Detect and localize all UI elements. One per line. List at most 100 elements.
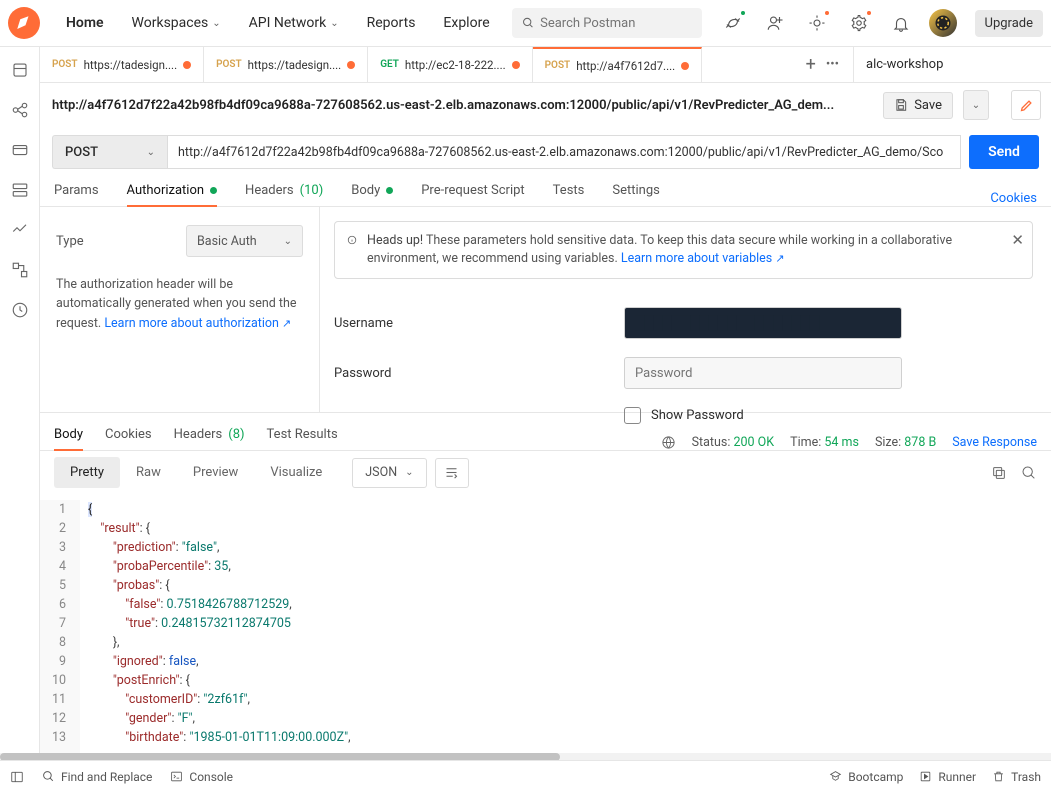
chevron-down-icon: ⌄ (284, 236, 292, 247)
globe-icon (661, 435, 676, 450)
fmt-pretty[interactable]: Pretty (54, 457, 120, 488)
fmt-preview[interactable]: Preview (177, 457, 254, 488)
resp-tab-body[interactable]: Body (54, 419, 83, 450)
nav-api-network[interactable]: API Network⌄ (235, 5, 353, 41)
request-line: POST⌄ Send (40, 127, 1051, 171)
search-input[interactable] (540, 16, 692, 31)
time-value: 54 ms (824, 435, 859, 450)
nav-reports[interactable]: Reports (353, 5, 430, 41)
sensitive-data-notice: Heads up! These parameters hold sensitiv… (334, 221, 1033, 279)
auth-type-select[interactable]: Basic Auth⌄ (186, 225, 303, 257)
request-tab[interactable]: POSThttp://a4f7612d7.... (533, 47, 703, 82)
monitors-icon[interactable] (11, 221, 29, 239)
console-button[interactable]: Console (170, 770, 233, 784)
trash-icon (992, 770, 1005, 783)
tab-params[interactable]: Params (54, 175, 99, 206)
postman-logo[interactable] (8, 7, 40, 39)
request-tab[interactable]: GEThttp://ec2-18-222.... (368, 47, 532, 82)
tab-prerequest[interactable]: Pre-request Script (421, 175, 524, 206)
user-avatar[interactable] (929, 9, 957, 37)
environments-icon[interactable] (11, 141, 29, 159)
auth-help-text: The authorization header will be automat… (56, 275, 303, 333)
status-label: Status: (692, 435, 731, 450)
save-response-link[interactable]: Save Response (952, 435, 1037, 450)
left-rail (0, 47, 40, 760)
edit-button[interactable] (1011, 90, 1041, 120)
nav-home[interactable]: Home (52, 5, 118, 41)
fmt-raw[interactable]: Raw (120, 457, 177, 488)
active-dot-icon (210, 187, 217, 194)
close-notice-button[interactable]: ✕ (1011, 230, 1024, 252)
resp-tab-test-results[interactable]: Test Results (267, 419, 338, 450)
chevron-down-icon: ⌄ (212, 18, 220, 29)
response-body: 12345678910111213 { "result": { "predict… (40, 494, 1051, 760)
search-icon (42, 770, 55, 783)
resp-tab-cookies[interactable]: Cookies (105, 419, 152, 450)
status-value: 200 OK (734, 435, 775, 450)
request-tab[interactable]: POSThttps://tadesign.... (204, 47, 368, 82)
password-label: Password (334, 366, 624, 381)
capture-icon[interactable] (803, 9, 831, 37)
breadcrumb-row: http://a4f7612d7f22a42b98fb4df09ca9688a-… (40, 83, 1051, 127)
nav-workspaces[interactable]: Workspaces⌄ (118, 5, 235, 41)
panel-icon (10, 770, 24, 784)
save-dropdown[interactable]: ⌄ (963, 90, 989, 120)
apis-icon[interactable] (11, 101, 29, 119)
top-nav: Home Workspaces⌄ API Network⌄ Reports Ex… (0, 0, 1051, 47)
upgrade-button[interactable]: Upgrade (975, 10, 1043, 37)
tab-overflow-button[interactable]: ••• (826, 57, 839, 72)
save-button[interactable]: Save (883, 92, 953, 119)
request-url-input[interactable] (167, 135, 961, 169)
flows-icon[interactable] (11, 261, 29, 279)
request-tab-bar: POSThttps://tadesign.... POSThttps://tad… (40, 47, 1051, 83)
response-language-select[interactable]: JSON⌄ (352, 458, 426, 488)
notifications-icon[interactable] (887, 9, 915, 37)
fmt-visualize[interactable]: Visualize (254, 457, 338, 488)
bootcamp-button[interactable]: Bootcamp (829, 770, 903, 784)
history-icon[interactable] (11, 301, 29, 319)
http-method-select[interactable]: POST⌄ (52, 135, 167, 169)
variables-link[interactable]: Learn more about variables ↗ (621, 251, 785, 266)
console-icon (170, 770, 183, 783)
search-response-icon[interactable] (1021, 465, 1037, 481)
resp-tab-headers[interactable]: Headers (8) (174, 419, 245, 450)
tab-body[interactable]: Body (351, 175, 393, 206)
request-tab[interactable]: POSThttps://tadesign.... (40, 47, 204, 82)
password-input[interactable] (624, 357, 902, 389)
runner-button[interactable]: Runner (919, 770, 976, 784)
find-replace-button[interactable]: Find and Replace (42, 770, 152, 784)
runner-icon (919, 770, 932, 783)
dirty-dot-icon (183, 61, 191, 69)
invite-icon[interactable] (761, 9, 789, 37)
sidebar-toggle[interactable] (10, 770, 24, 784)
external-link-icon: ↗ (282, 317, 291, 330)
active-dot-icon (386, 187, 393, 194)
username-input[interactable] (624, 307, 902, 339)
nav-explore[interactable]: Explore (429, 5, 503, 41)
auth-help-link[interactable]: Learn more about authorization ↗ (104, 316, 291, 331)
search-box[interactable] (512, 8, 702, 38)
tab-authorization[interactable]: Authorization (127, 175, 218, 206)
dirty-dot-icon (347, 61, 355, 69)
settings-icon[interactable] (845, 9, 873, 37)
tab-tests[interactable]: Tests (553, 175, 585, 206)
response-format-row: Pretty Raw Preview Visualize JSON⌄ (40, 450, 1051, 494)
line-gutter: 12345678910111213 (40, 500, 80, 760)
request-title: http://a4f7612d7f22a42b98fb4df09ca9688a-… (52, 98, 873, 113)
environment-selector[interactable]: alc-workshop (853, 47, 1051, 82)
mock-servers-icon[interactable] (11, 181, 29, 199)
send-button[interactable]: Send (969, 135, 1039, 169)
collections-icon[interactable] (11, 61, 29, 79)
floppy-icon (894, 98, 908, 112)
new-tab-button[interactable]: + (806, 54, 816, 75)
cookies-link[interactable]: Cookies (990, 191, 1037, 206)
pencil-icon (1019, 98, 1034, 113)
tab-settings[interactable]: Settings (612, 175, 659, 206)
search-icon (522, 16, 534, 30)
copy-icon[interactable] (991, 465, 1007, 481)
sync-icon[interactable] (719, 9, 747, 37)
trash-button[interactable]: Trash (992, 770, 1041, 784)
json-viewer[interactable]: { "result": { "prediction": "false", "pr… (80, 500, 1051, 760)
tab-headers[interactable]: Headers(10) (245, 175, 323, 206)
wrap-lines-button[interactable] (435, 458, 469, 488)
